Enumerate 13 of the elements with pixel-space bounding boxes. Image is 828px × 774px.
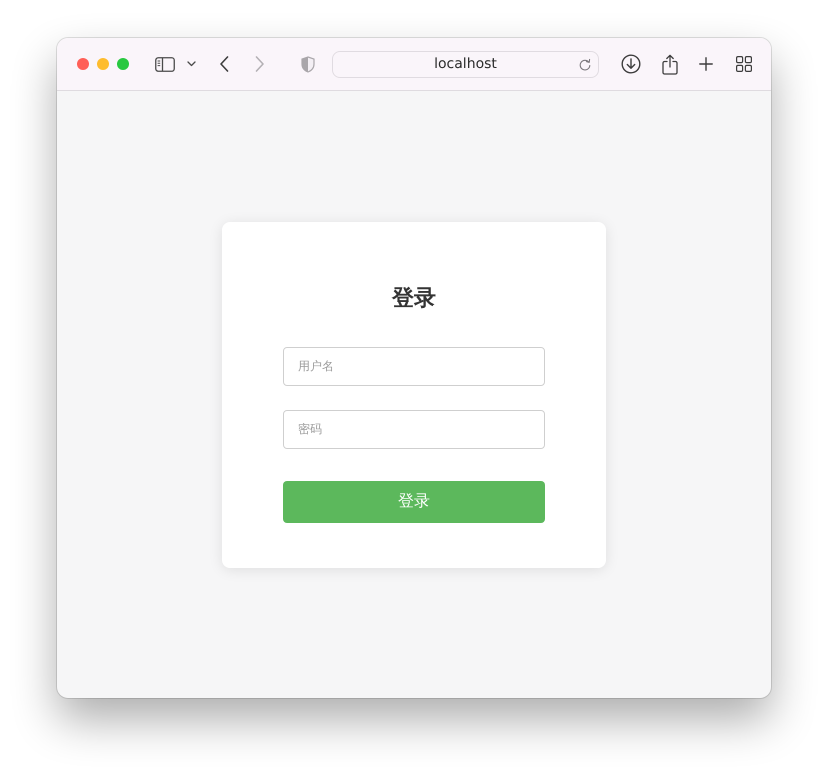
username-field[interactable]: 用户名: [283, 346, 545, 386]
tab-overview-icon[interactable]: [736, 56, 752, 72]
reload-icon[interactable]: [579, 58, 591, 70]
back-icon[interactable]: [220, 56, 229, 72]
sidebar-icon[interactable]: [155, 56, 175, 72]
password-field[interactable]: 密码: [283, 410, 545, 448]
login-title: 登录: [390, 284, 437, 312]
address-field[interactable]: localhost: [332, 50, 599, 78]
download-icon[interactable]: [621, 54, 641, 74]
share-icon[interactable]: [662, 54, 678, 74]
chevron-down-icon[interactable]: [187, 61, 196, 67]
plus-icon[interactable]: [699, 57, 713, 71]
close-button[interactable]: [77, 58, 89, 70]
